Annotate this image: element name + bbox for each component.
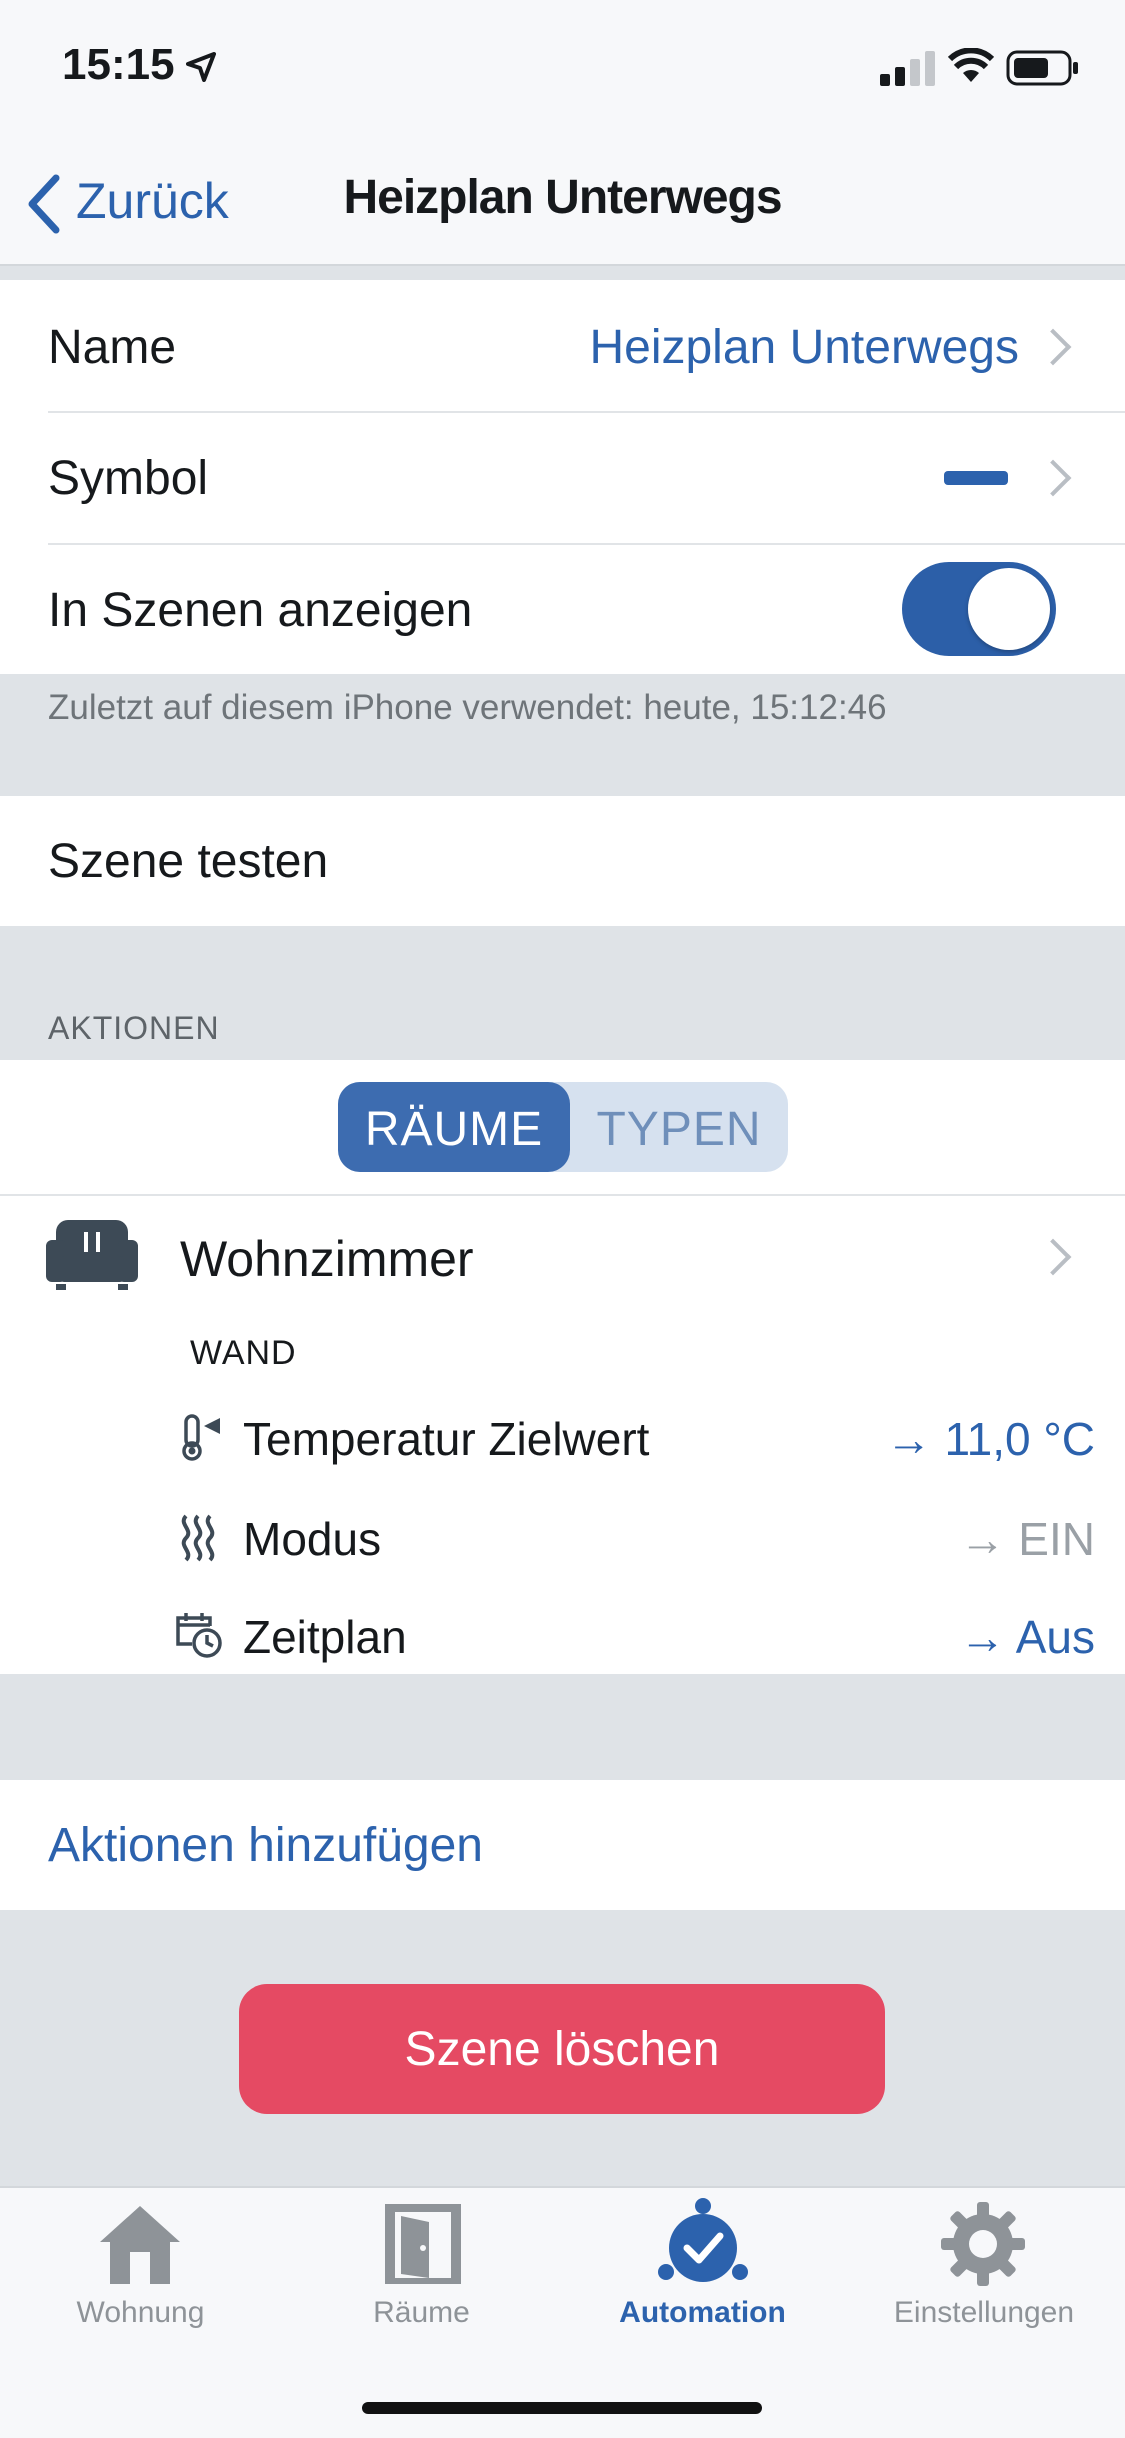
segmented-control: RÄUME TYPEN bbox=[338, 1082, 788, 1172]
show-in-scenes-label: In Szenen anzeigen bbox=[48, 584, 473, 637]
action-label: Temperatur Zielwert bbox=[243, 1413, 650, 1465]
symbol-row[interactable]: Symbol bbox=[0, 413, 1125, 543]
add-actions-label: Aktionen hinzufügen bbox=[48, 1819, 483, 1872]
automation-icon bbox=[658, 2198, 748, 2282]
location-arrow-icon bbox=[186, 52, 216, 82]
name-value: Heizplan Unterwegs bbox=[589, 321, 1019, 374]
name-label: Name bbox=[48, 321, 177, 374]
segment-area: RÄUME TYPEN bbox=[0, 1060, 1125, 1196]
tab-label: Räume bbox=[373, 2296, 470, 2329]
thermometer-icon bbox=[182, 1414, 220, 1461]
actions-header: AKTIONEN bbox=[48, 1010, 220, 1046]
action-item[interactable]: Temperatur Zielwert → 11,0 °C bbox=[0, 1396, 1125, 1486]
name-row[interactable]: Name Heizplan Unterwegs bbox=[0, 280, 1125, 412]
symbol-dash-icon bbox=[944, 471, 1008, 485]
status-bar: 15:15 bbox=[0, 0, 1125, 140]
tab-label: Wohnung bbox=[76, 2296, 205, 2329]
status-time: 15:15 bbox=[62, 40, 175, 89]
room-row[interactable]: Wohnzimmer bbox=[0, 1196, 1125, 1306]
tab-bar: Wohnung Räume Automation Einstellungen bbox=[0, 2186, 1125, 2438]
signal-icon bbox=[880, 51, 935, 86]
action-label: Modus bbox=[243, 1513, 382, 1565]
toggle-knob bbox=[968, 568, 1050, 650]
symbol-label: Symbol bbox=[48, 452, 209, 505]
calendar-clock-icon bbox=[176, 1613, 222, 1658]
add-actions-row[interactable]: Aktionen hinzufügen bbox=[0, 1780, 1125, 1910]
device-label: WAND bbox=[190, 1334, 297, 1372]
action-value: → Aus bbox=[959, 1611, 1095, 1663]
delete-scene-label: Szene löschen bbox=[404, 2023, 720, 2076]
tab-automation[interactable]: Automation bbox=[562, 2188, 843, 2358]
page-title: Heizplan Unterwegs bbox=[343, 171, 782, 224]
navigation-bar: Zurück Heizplan Unterwegs bbox=[0, 140, 1125, 266]
tab-wohnung[interactable]: Wohnung bbox=[0, 2188, 281, 2358]
wifi-icon bbox=[948, 48, 994, 82]
show-in-scenes-toggle[interactable] bbox=[902, 562, 1056, 656]
battery-icon bbox=[1006, 50, 1078, 86]
test-scene-label: Szene testen bbox=[48, 835, 329, 888]
action-label: Zeitplan bbox=[243, 1611, 407, 1663]
tab-einstellungen[interactable]: Einstellungen bbox=[843, 2188, 1125, 2358]
room-block: Wohnzimmer WAND Temperatur Zielwert → 11… bbox=[0, 1196, 1125, 1674]
segment-raeume[interactable]: RÄUME bbox=[338, 1082, 570, 1172]
chevron-right-icon bbox=[1034, 1238, 1072, 1276]
sofa-icon bbox=[46, 1220, 138, 1290]
heat-waves-icon bbox=[181, 1514, 215, 1562]
action-item[interactable]: Zeitplan → Aus bbox=[0, 1594, 1125, 1684]
show-in-scenes-row: In Szenen anzeigen bbox=[0, 545, 1125, 674]
action-value: → 11,0 °C bbox=[885, 1413, 1095, 1465]
segment-typen[interactable]: TYPEN bbox=[570, 1082, 788, 1172]
door-icon bbox=[385, 2204, 461, 2284]
home-indicator bbox=[362, 2402, 762, 2414]
tab-label: Einstellungen bbox=[893, 2296, 1075, 2329]
gear-icon bbox=[941, 2202, 1025, 2286]
tab-label: Automation bbox=[619, 2296, 786, 2329]
room-name: Wohnzimmer bbox=[180, 1231, 474, 1287]
action-value: → EIN bbox=[959, 1513, 1095, 1565]
chevron-right-icon bbox=[1034, 459, 1072, 497]
action-item[interactable]: Modus → EIN bbox=[0, 1496, 1125, 1586]
delete-scene-button[interactable]: Szene löschen bbox=[239, 1984, 885, 2114]
settings-group: Name Heizplan Unterwegs Symbol In Szenen… bbox=[0, 280, 1125, 674]
tab-raeume[interactable]: Räume bbox=[281, 2188, 562, 2358]
last-used-note: Zuletzt auf diesem iPhone verwendet: heu… bbox=[48, 688, 887, 727]
segment-typen-label: TYPEN bbox=[596, 1103, 762, 1156]
house-icon bbox=[100, 2206, 180, 2284]
test-scene-row[interactable]: Szene testen bbox=[0, 796, 1125, 926]
segment-raeume-label: RÄUME bbox=[364, 1103, 544, 1156]
chevron-right-icon bbox=[1034, 328, 1072, 366]
